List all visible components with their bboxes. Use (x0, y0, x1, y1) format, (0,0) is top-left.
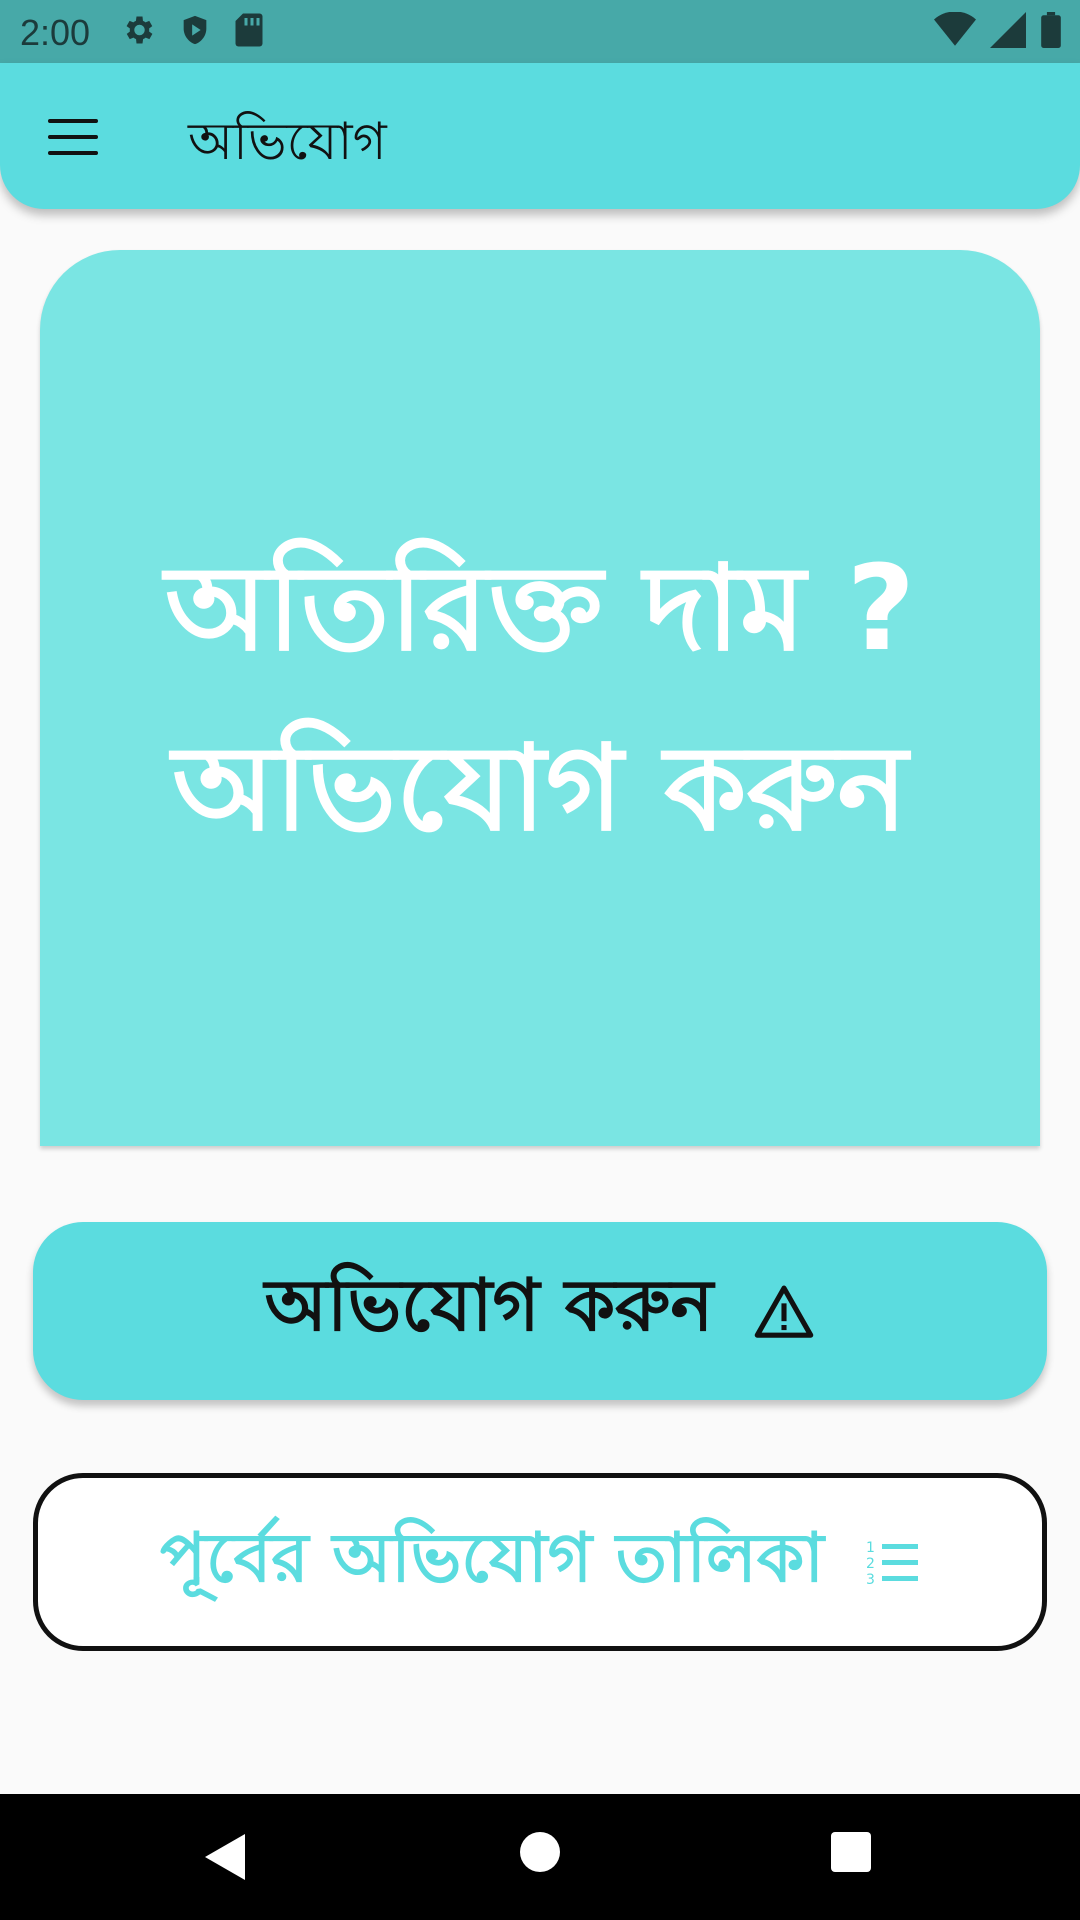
hamburger-menu-icon[interactable] (48, 119, 98, 155)
complaint-history-button[interactable]: পূর্বের অভিযোগ তালিকা 1 2 3 (33, 1473, 1047, 1651)
status-time: 2:00 (20, 12, 91, 53)
battery-icon (1041, 12, 1061, 48)
svg-text:2: 2 (866, 1556, 875, 1572)
recent-apps-icon[interactable] (831, 1832, 871, 1872)
settings-icon (126, 16, 153, 44)
svg-text:3: 3 (866, 1572, 875, 1586)
home-icon[interactable] (520, 1832, 560, 1872)
svg-text:1: 1 (866, 1540, 875, 1556)
complain-button-label: অভিযোগ করুন (264, 1263, 714, 1347)
hero-line-1: অতিরিক্ত দাম ? (164, 539, 916, 677)
back-icon[interactable] (205, 1834, 245, 1880)
status-icons-right (934, 12, 1062, 48)
page-title: অভিযোগ (188, 112, 387, 172)
numbered-list-icon: 1 2 3 (866, 1540, 919, 1586)
navigation-bar (0, 1794, 1080, 1920)
app-bar: অভিযোগ (0, 63, 1080, 209)
complaint-history-label: পূর্বের অভিযোগ তালিকা (159, 1519, 825, 1598)
play-protect-icon (183, 15, 207, 45)
status-icons-left (120, 12, 264, 48)
wifi-icon (934, 12, 976, 46)
complain-button[interactable]: অভিযোগ করুন (33, 1222, 1047, 1400)
sd-card-icon (235, 13, 263, 47)
warning-icon (755, 1285, 814, 1338)
status-bar: 2:00 (0, 0, 1080, 63)
hero-banner: অতিরিক্ত দাম ? অভিযোগ করুন (40, 250, 1040, 1146)
hero-line-2: অভিযোগ করুন (172, 719, 908, 857)
cell-signal-icon (990, 12, 1026, 48)
